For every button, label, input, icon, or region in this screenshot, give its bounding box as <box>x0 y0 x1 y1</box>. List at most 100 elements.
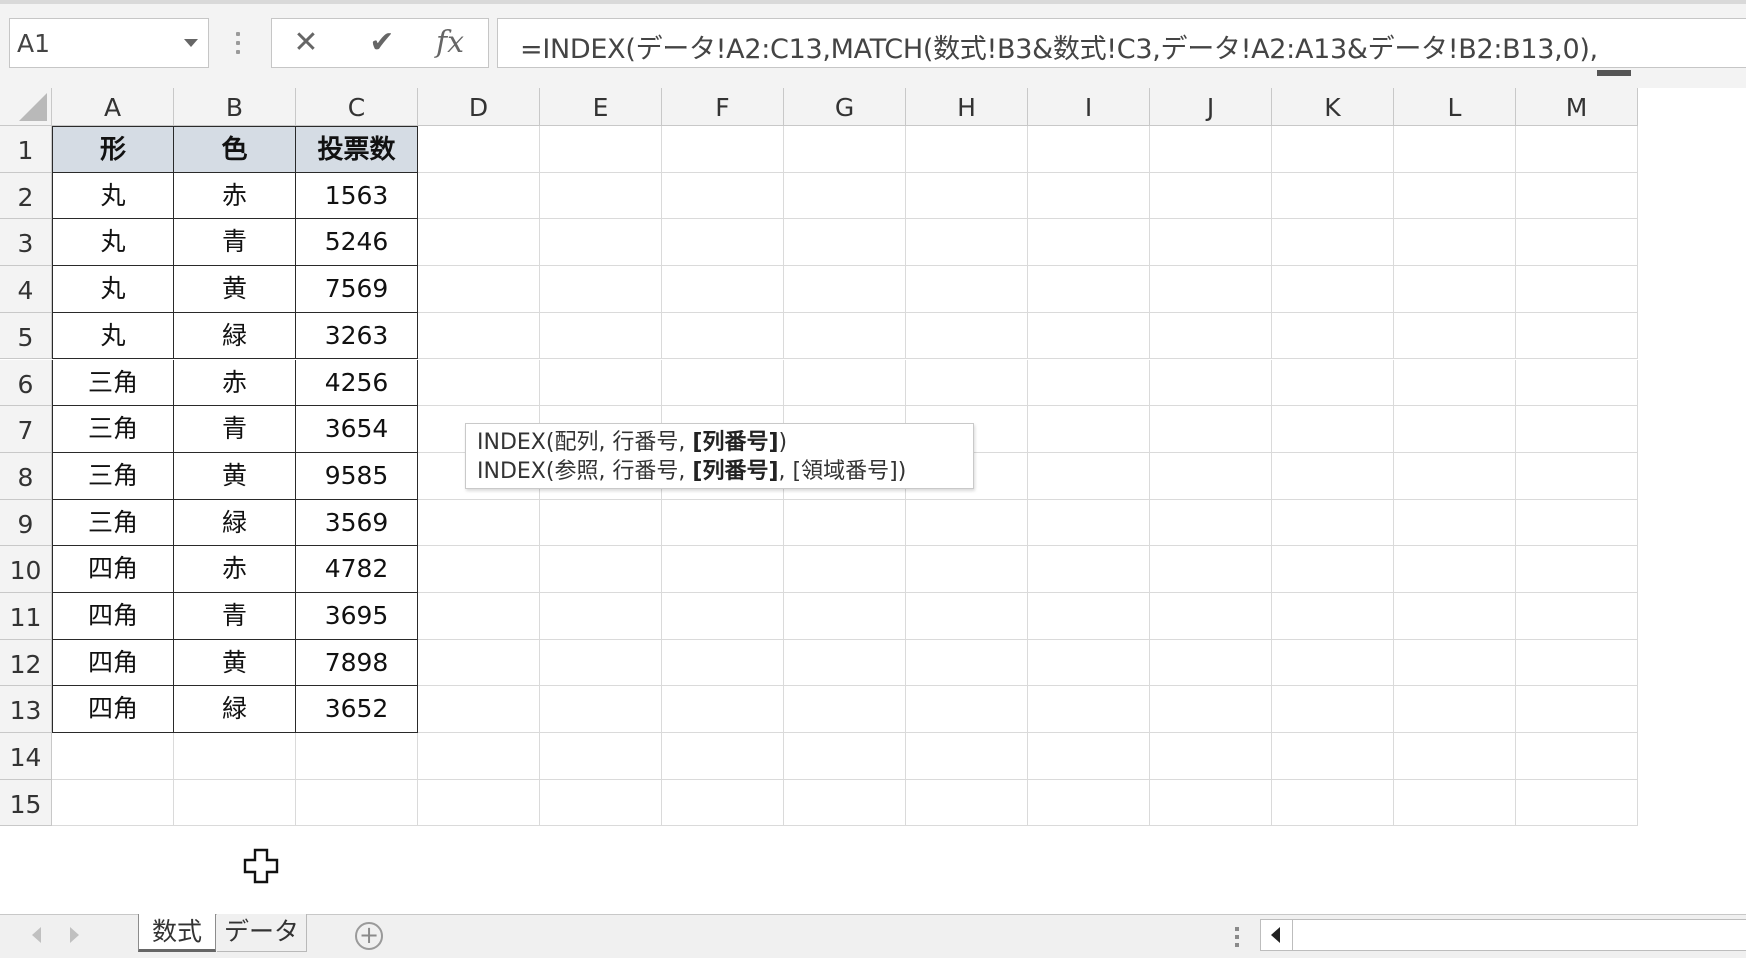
empty-cell[interactable] <box>1394 686 1516 734</box>
column-header-c[interactable]: C <box>296 88 418 126</box>
empty-cell[interactable] <box>1394 312 1516 360</box>
table-cell[interactable]: 四角 <box>52 546 174 593</box>
empty-cell[interactable] <box>906 312 1028 360</box>
row-header-11[interactable]: 11 <box>0 593 52 640</box>
empty-cell[interactable] <box>784 312 906 360</box>
empty-cell[interactable] <box>784 266 906 313</box>
empty-cell[interactable] <box>1394 499 1516 547</box>
empty-cell[interactable] <box>418 639 540 687</box>
empty-cell[interactable] <box>784 593 906 640</box>
empty-cell[interactable] <box>784 639 906 687</box>
empty-cell[interactable] <box>662 686 784 734</box>
empty-cell[interactable] <box>1516 686 1638 734</box>
empty-cell[interactable] <box>784 546 906 593</box>
empty-cell[interactable] <box>1516 172 1638 220</box>
empty-cell[interactable] <box>418 126 540 173</box>
table-cell[interactable]: 赤 <box>174 172 296 220</box>
row-header-1[interactable]: 1 <box>0 126 52 173</box>
empty-cell[interactable] <box>662 779 784 827</box>
chevron-down-icon[interactable] <box>184 39 198 47</box>
row-header-7[interactable]: 7 <box>0 406 52 453</box>
row-header-2[interactable]: 2 <box>0 172 52 220</box>
empty-cell[interactable] <box>540 639 662 687</box>
empty-cell[interactable] <box>418 686 540 734</box>
cancel-icon[interactable]: ✕ <box>284 24 328 62</box>
empty-cell[interactable] <box>906 219 1028 267</box>
worksheet-grid[interactable]: ABCDEFGHIJKLM 1 2 3 4 5 6 7 8 9 10 11 12 13 14 15 形色投票… <box>0 88 1746 914</box>
empty-cell[interactable] <box>540 546 662 593</box>
empty-cell[interactable] <box>1394 219 1516 267</box>
empty-cell[interactable] <box>1516 779 1638 827</box>
row-header-13[interactable]: 13 <box>0 686 52 734</box>
table-cell[interactable]: 青 <box>174 219 296 267</box>
empty-cell[interactable] <box>1394 452 1516 500</box>
empty-cell[interactable] <box>1516 126 1638 173</box>
empty-cell[interactable] <box>784 499 906 547</box>
empty-cell[interactable] <box>1150 359 1272 407</box>
table-cell[interactable]: 四角 <box>52 639 174 687</box>
table-cell[interactable]: 黄 <box>174 452 296 500</box>
empty-cell[interactable] <box>784 359 906 407</box>
table-cell[interactable]: 三角 <box>52 452 174 500</box>
table-cell[interactable]: 4782 <box>296 546 418 593</box>
table-cell[interactable]: 三角 <box>52 499 174 547</box>
empty-cell[interactable] <box>52 733 174 780</box>
scroll-left-button[interactable] <box>1261 920 1293 950</box>
empty-cell[interactable] <box>1150 686 1272 734</box>
sheet-tab-data[interactable]: データ <box>217 914 307 952</box>
empty-cell[interactable] <box>418 359 540 407</box>
empty-cell[interactable] <box>1272 312 1394 360</box>
row-header-10[interactable]: 10 <box>0 546 52 593</box>
empty-cell[interactable] <box>1394 639 1516 687</box>
table-cell[interactable]: 三角 <box>52 406 174 453</box>
empty-cell[interactable] <box>52 779 174 827</box>
empty-cell[interactable] <box>1394 779 1516 827</box>
column-header-k[interactable]: K <box>1272 88 1394 126</box>
empty-cell[interactable] <box>540 312 662 360</box>
empty-cell[interactable] <box>1516 266 1638 313</box>
row-header-15[interactable]: 15 <box>0 779 52 827</box>
table-cell[interactable]: 9585 <box>296 452 418 500</box>
empty-cell[interactable] <box>906 733 1028 780</box>
column-header-h[interactable]: H <box>906 88 1028 126</box>
column-header-d[interactable]: D <box>418 88 540 126</box>
empty-cell[interactable] <box>418 499 540 547</box>
empty-cell[interactable] <box>418 546 540 593</box>
table-cell[interactable]: 7898 <box>296 639 418 687</box>
empty-cell[interactable] <box>296 779 418 827</box>
empty-cell[interactable] <box>906 639 1028 687</box>
table-cell[interactable]: 3569 <box>296 499 418 547</box>
empty-cell[interactable] <box>1272 733 1394 780</box>
row-header-5[interactable]: 5 <box>0 312 52 360</box>
empty-cell[interactable] <box>1150 312 1272 360</box>
row-header-8[interactable]: 8 <box>0 452 52 500</box>
empty-cell[interactable] <box>1272 593 1394 640</box>
empty-cell[interactable] <box>1150 733 1272 780</box>
table-cell[interactable]: 丸 <box>52 266 174 313</box>
empty-cell[interactable] <box>1516 546 1638 593</box>
empty-cell[interactable] <box>1516 499 1638 547</box>
empty-cell[interactable] <box>1516 359 1638 407</box>
empty-cell[interactable] <box>1028 686 1150 734</box>
empty-cell[interactable] <box>418 219 540 267</box>
empty-cell[interactable] <box>784 172 906 220</box>
table-cell[interactable]: 三角 <box>52 359 174 407</box>
empty-cell[interactable] <box>540 172 662 220</box>
empty-cell[interactable] <box>1028 593 1150 640</box>
empty-cell[interactable] <box>906 126 1028 173</box>
empty-cell[interactable] <box>1150 172 1272 220</box>
table-header-cell[interactable]: 形 <box>52 126 174 173</box>
empty-cell[interactable] <box>1150 126 1272 173</box>
empty-cell[interactable] <box>540 733 662 780</box>
empty-cell[interactable] <box>662 266 784 313</box>
empty-cell[interactable] <box>784 219 906 267</box>
empty-cell[interactable] <box>1516 593 1638 640</box>
table-cell[interactable]: 緑 <box>174 499 296 547</box>
empty-cell[interactable] <box>662 172 784 220</box>
empty-cell[interactable] <box>540 219 662 267</box>
row-header-3[interactable]: 3 <box>0 219 52 267</box>
empty-cell[interactable] <box>784 126 906 173</box>
empty-cell[interactable] <box>1394 126 1516 173</box>
empty-cell[interactable] <box>1150 219 1272 267</box>
select-all-triangle-icon[interactable] <box>19 93 47 121</box>
